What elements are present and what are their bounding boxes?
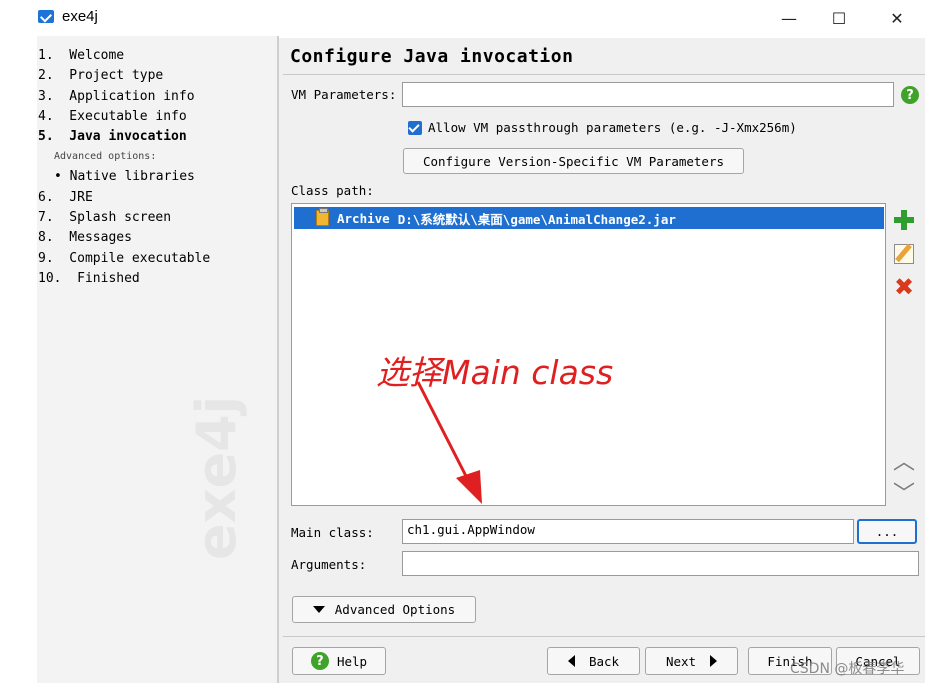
help-label: Help bbox=[336, 653, 368, 669]
main-class-input[interactable]: ch1.gui.AppWindow bbox=[402, 519, 854, 544]
steps-list: 1. Welcome 2. Project type 3. Applicatio… bbox=[38, 46, 210, 289]
next-button[interactable]: Next bbox=[645, 647, 738, 675]
back-label: Back bbox=[588, 653, 620, 669]
entry-type: Archive bbox=[337, 210, 390, 226]
exe4j-app-icon bbox=[38, 10, 54, 23]
step-finished[interactable]: 10. Finished bbox=[38, 269, 210, 289]
edit-entry-button[interactable] bbox=[890, 240, 918, 268]
page-title: Configure Java invocation bbox=[290, 46, 574, 67]
allow-passthrough-checkbox[interactable] bbox=[408, 121, 422, 135]
vm-parameters-label: VM Parameters: bbox=[291, 87, 397, 102]
arrow-right-icon bbox=[710, 655, 718, 667]
move-up-button[interactable]: ︿ bbox=[890, 446, 918, 475]
advanced-options-label: Advanced options: bbox=[54, 151, 157, 163]
arrow-left-icon bbox=[567, 655, 575, 667]
class-path-label: Class path: bbox=[291, 183, 374, 198]
exe4j-watermark: exe4j bbox=[185, 395, 248, 560]
step-java-invocation[interactable]: 5. Java invocation bbox=[38, 127, 210, 147]
maximize-button[interactable]: ☐ bbox=[816, 4, 862, 32]
jar-archive-icon bbox=[316, 208, 329, 226]
close-button[interactable]: ✕ bbox=[874, 4, 920, 32]
remove-x-icon: ✖ bbox=[893, 273, 915, 301]
step-messages[interactable]: 8. Messages bbox=[38, 228, 210, 248]
advanced-options-button[interactable]: Advanced Options bbox=[292, 596, 476, 623]
chevron-down-icon: ﹀ bbox=[892, 482, 915, 507]
help-icon: ? bbox=[310, 652, 329, 670]
window-title: exe4j bbox=[62, 8, 98, 25]
class-path-entry[interactable]: Archive D:\系统默认\桌面\game\AnimalChange2.ja… bbox=[294, 207, 884, 229]
advanced-options-label-text: Advanced Options bbox=[334, 602, 456, 617]
minimize-button[interactable]: — bbox=[766, 4, 812, 32]
step-splash-screen[interactable]: 7. Splash screen bbox=[38, 208, 210, 228]
entry-path: D:\系统默认\桌面\game\AnimalChange2.jar bbox=[397, 211, 676, 227]
back-button[interactable]: Back bbox=[547, 647, 640, 675]
annotation-arrow bbox=[416, 381, 482, 504]
arguments-input[interactable] bbox=[402, 551, 919, 576]
help-icon[interactable]: ? bbox=[901, 86, 919, 104]
triangle-down-icon bbox=[312, 606, 325, 613]
csdn-credit-watermark: CSDN @板春李华 bbox=[790, 661, 905, 677]
browse-main-class-button[interactable]: ... bbox=[857, 519, 917, 544]
move-down-button[interactable]: ﹀ bbox=[890, 478, 918, 507]
add-entry-button[interactable] bbox=[890, 206, 918, 234]
step-native-libraries[interactable]: • Native libraries bbox=[38, 167, 210, 187]
edit-icon bbox=[894, 244, 914, 264]
help-button[interactable]: ? Help bbox=[292, 647, 386, 675]
configure-vm-parameters-button[interactable]: Configure Version-Specific VM Parameters bbox=[403, 148, 744, 174]
step-jre[interactable]: 6. JRE bbox=[38, 188, 210, 208]
step-project-type[interactable]: 2. Project type bbox=[38, 66, 210, 86]
main-class-label: Main class: bbox=[291, 525, 374, 540]
step-compile-executable[interactable]: 9. Compile executable bbox=[38, 249, 210, 269]
title-separator bbox=[283, 74, 925, 75]
step-application-info[interactable]: 3. Application info bbox=[38, 87, 210, 107]
next-label: Next bbox=[665, 653, 697, 669]
step-welcome[interactable]: 1. Welcome bbox=[38, 46, 210, 66]
vm-parameters-input[interactable] bbox=[402, 82, 894, 107]
footer-separator bbox=[283, 636, 925, 637]
step-executable-info[interactable]: 4. Executable info bbox=[38, 107, 210, 127]
allow-passthrough-label: Allow VM passthrough parameters (e.g. -J… bbox=[428, 120, 797, 135]
remove-entry-button[interactable]: ✖ bbox=[890, 273, 918, 301]
chevron-up-icon: ︿ bbox=[892, 450, 915, 475]
arguments-label: Arguments: bbox=[291, 557, 367, 572]
